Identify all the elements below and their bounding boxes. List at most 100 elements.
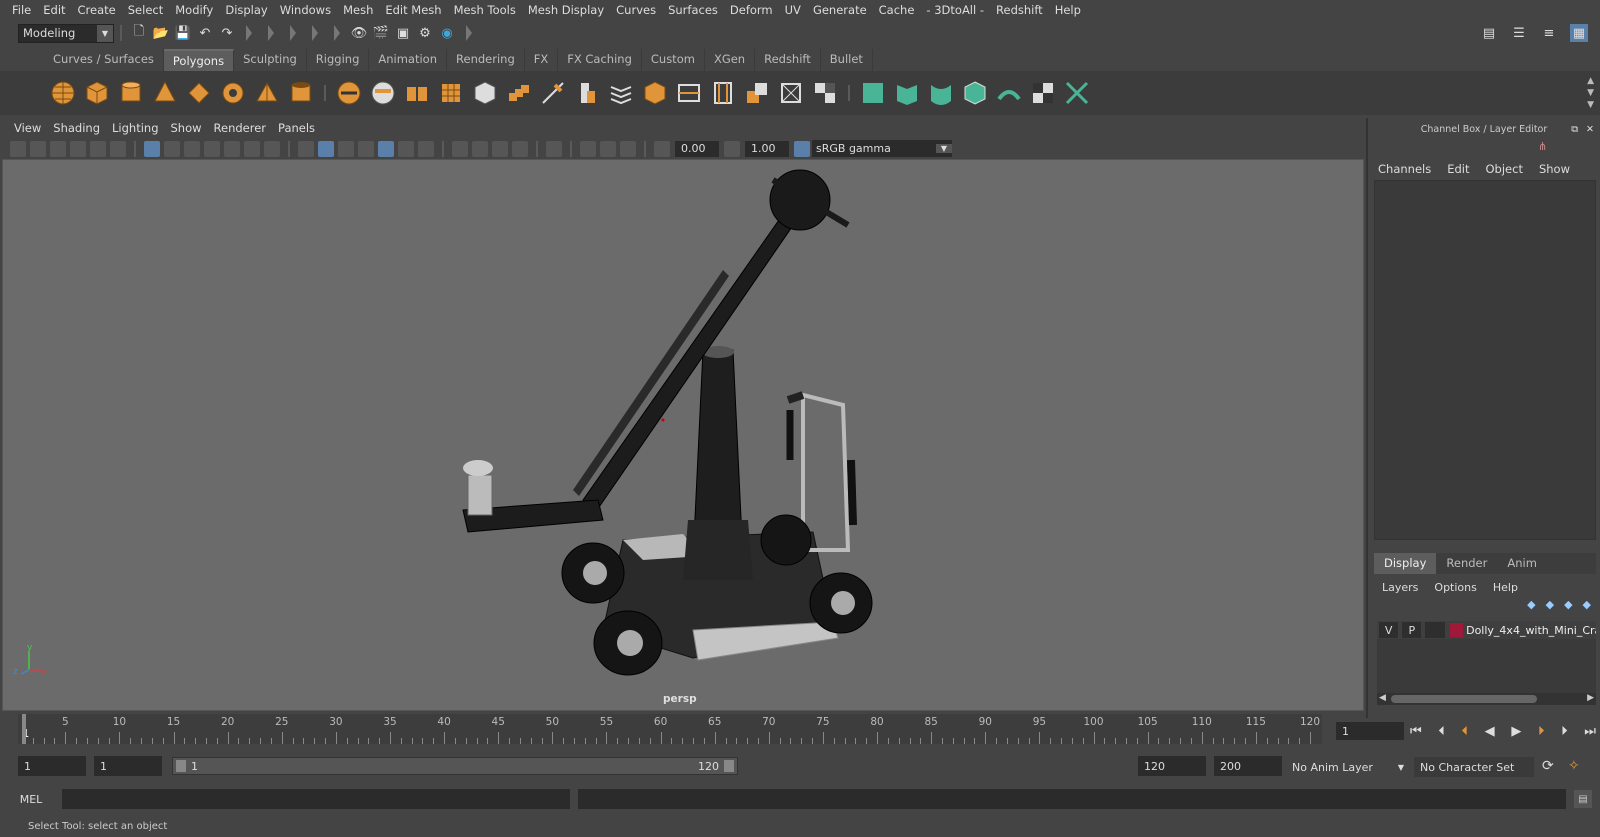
viewport-menu-renderer[interactable]: Renderer — [208, 121, 273, 135]
layer-menu-help[interactable]: Help — [1485, 581, 1526, 594]
channel-box-body[interactable] — [1374, 180, 1596, 540]
collapse-arrow-icon[interactable] — [466, 25, 472, 41]
cylindrical-map-icon[interactable] — [927, 79, 955, 107]
image-plane-icon[interactable] — [70, 140, 86, 157]
layer-menu-layers[interactable]: Layers — [1374, 581, 1426, 594]
poly-cube-icon[interactable] — [83, 79, 111, 107]
save-scene-icon[interactable]: 💾 — [174, 24, 192, 42]
layer-visibility-toggle[interactable]: V — [1379, 622, 1399, 638]
safe-action-icon[interactable] — [244, 140, 260, 157]
layer-tab-render[interactable]: Render — [1436, 553, 1497, 574]
offset-edge-loop-icon[interactable] — [709, 79, 737, 107]
channel-box-menu-object[interactable]: Object — [1478, 162, 1531, 176]
shelf-tab-curves-surfaces[interactable]: Curves / Surfaces — [44, 49, 164, 71]
play-backwards-icon[interactable]: ◀ — [1485, 724, 1495, 739]
shelf-tab-custom[interactable]: Custom — [642, 49, 705, 71]
menu-windows[interactable]: Windows — [274, 3, 337, 17]
new-scene-icon[interactable]: 🗋 — [130, 24, 148, 42]
extrude-icon[interactable] — [573, 79, 601, 107]
depth-of-field-icon[interactable] — [512, 140, 528, 157]
menu-file[interactable]: File — [6, 3, 37, 17]
menu-edit[interactable]: Edit — [37, 3, 71, 17]
scroll-right-icon[interactable]: ▶ — [1587, 693, 1594, 703]
layer-tab-display[interactable]: Display — [1374, 553, 1437, 574]
menu-curves[interactable]: Curves — [610, 3, 662, 17]
layer-list-scrollbar[interactable]: ◀ ▶ — [1377, 693, 1596, 705]
collapse-arrow-icon[interactable] — [246, 25, 252, 41]
menu-create[interactable]: Create — [72, 3, 122, 17]
layer-color-swatch[interactable] — [1449, 623, 1464, 637]
redo-icon[interactable]: ↷ — [218, 24, 236, 42]
animation-preferences-icon[interactable]: ✧ — [1568, 758, 1580, 774]
channel-box-menu-edit[interactable]: Edit — [1439, 162, 1477, 176]
command-input[interactable] — [62, 789, 570, 809]
unfold-icon[interactable] — [995, 79, 1023, 107]
step-back-key-icon[interactable]: ⏴ — [1462, 724, 1469, 739]
multi-cut-icon[interactable] — [539, 79, 567, 107]
undo-icon[interactable]: ↶ — [196, 24, 214, 42]
current-frame-field[interactable]: 1 — [1336, 722, 1404, 740]
open-scene-icon[interactable]: 📂 — [152, 24, 170, 42]
menu-3dtoall[interactable]: - 3DtoAll - — [920, 3, 990, 17]
textured-icon[interactable] — [378, 140, 394, 157]
play-forwards-icon[interactable]: ▶ — [1511, 724, 1521, 739]
shelf-tab-bullet[interactable]: Bullet — [821, 49, 873, 71]
new-layer-selected-icon[interactable]: ◆ — [1583, 598, 1591, 612]
smooth-shade-icon[interactable] — [318, 140, 334, 157]
panel-divider[interactable] — [1366, 118, 1368, 718]
menu-mesh-display[interactable]: Mesh Display — [522, 3, 610, 17]
motion-blur-icon[interactable] — [472, 140, 488, 157]
close-icon[interactable]: ✕ — [1586, 124, 1594, 135]
shelf-tab-sculpting[interactable]: Sculpting — [234, 49, 307, 71]
character-set-select[interactable]: No Character Set — [1414, 757, 1534, 777]
insert-edge-loop-icon[interactable] — [675, 79, 703, 107]
collapse-arrow-icon[interactable] — [334, 25, 340, 41]
channel-box-icon[interactable]: ▦ — [1570, 24, 1588, 42]
use-all-lights-icon[interactable] — [398, 140, 414, 157]
field-chart-icon[interactable] — [224, 140, 240, 157]
viewport-menu-view[interactable]: View — [8, 121, 47, 135]
current-time-indicator[interactable] — [22, 714, 26, 744]
axis-toggle-icon[interactable]: ⋔ — [1538, 140, 1547, 153]
film-gate-icon[interactable] — [164, 140, 180, 157]
scroll-left-icon[interactable]: ◀ — [1379, 693, 1386, 703]
exposure-icon[interactable] — [654, 140, 670, 157]
menu-uv[interactable]: UV — [779, 3, 807, 17]
move-layer-up-icon[interactable]: ◆ — [1527, 598, 1535, 612]
gamma-icon[interactable] — [724, 140, 740, 157]
planar-map-icon[interactable] — [893, 79, 921, 107]
poke-icon[interactable] — [777, 79, 805, 107]
xray-components-icon[interactable] — [620, 140, 636, 157]
float-panel-icon[interactable]: ⧉ — [1571, 124, 1578, 135]
layer-playback-toggle[interactable]: P — [1402, 622, 1422, 638]
go-to-start-icon[interactable]: ⏮ — [1410, 724, 1422, 739]
poly-pipe-icon[interactable] — [287, 79, 315, 107]
color-management-icon[interactable] — [794, 140, 810, 157]
script-editor-icon[interactable]: ▤ — [1574, 790, 1592, 808]
shelf-tab-rendering[interactable]: Rendering — [447, 49, 525, 71]
perspective-viewport[interactable]: y z x persp — [2, 159, 1364, 711]
shelf-tab-fx[interactable]: FX — [525, 49, 559, 71]
shelf-tab-fx-caching[interactable]: FX Caching — [558, 49, 642, 71]
ipr-render-icon[interactable]: ▣ — [394, 24, 412, 42]
auto-key-icon[interactable]: ⟳ — [1542, 758, 1554, 774]
automatic-map-icon[interactable] — [961, 79, 989, 107]
gate-mask-icon[interactable] — [204, 140, 220, 157]
render-settings-icon[interactable]: ⚙ — [416, 24, 434, 42]
menu-redshift[interactable]: Redshift — [990, 3, 1049, 17]
poly-torus-icon[interactable] — [219, 79, 247, 107]
extract-icon[interactable] — [403, 79, 431, 107]
checker-map-icon[interactable] — [1029, 79, 1057, 107]
viewport-menu-lighting[interactable]: Lighting — [106, 121, 164, 135]
bridge-icon[interactable] — [505, 79, 533, 107]
render-view-icon[interactable]: 👁 — [350, 24, 368, 42]
layer-name[interactable]: Dolly_4x4_with_Mini_Cra — [1466, 624, 1596, 637]
menu-mesh[interactable]: Mesh — [337, 3, 379, 17]
menu-modify[interactable]: Modify — [169, 3, 219, 17]
animation-end-field[interactable]: 200 — [1214, 756, 1282, 776]
poly-pyramid-icon[interactable] — [253, 79, 281, 107]
safe-title-icon[interactable] — [264, 140, 280, 157]
animation-start-field[interactable]: 1 — [18, 756, 86, 776]
shelf-tab-rigging[interactable]: Rigging — [307, 49, 370, 71]
merge-icon[interactable] — [607, 79, 635, 107]
